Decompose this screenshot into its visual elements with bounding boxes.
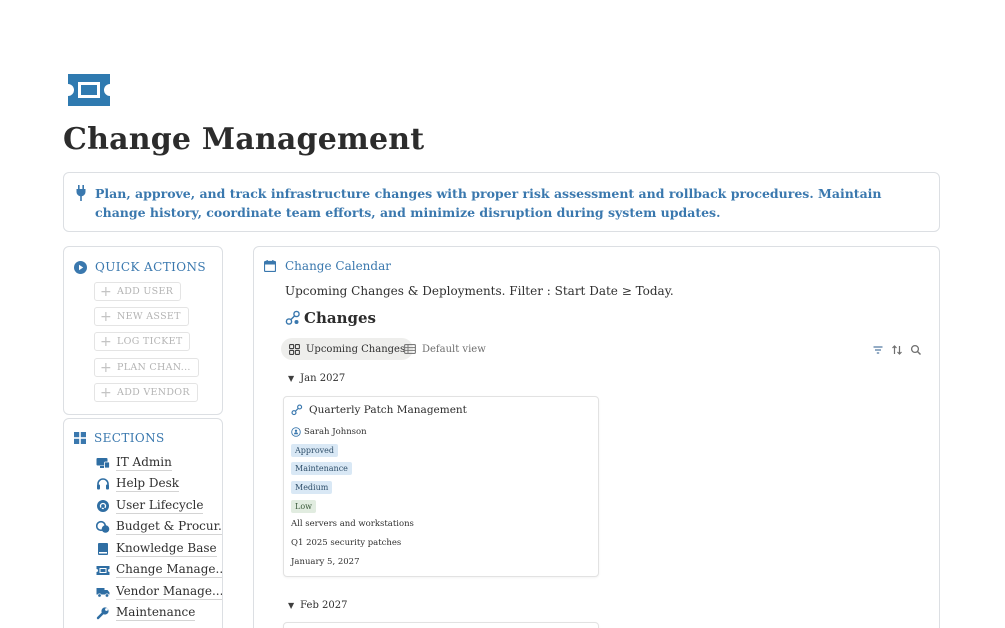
headset-icon (97, 478, 109, 490)
button-label: ADD VENDOR (117, 387, 190, 398)
calendar-icon (264, 260, 276, 272)
page-title: Change Management (63, 122, 425, 157)
add-user-button[interactable]: + ADD USER (94, 282, 182, 301)
risk-tag: Low (291, 500, 316, 513)
plug-icon (76, 185, 86, 201)
section-link-user-lifecycle[interactable]: User Lifecycle (96, 498, 204, 514)
change-card[interactable] (283, 622, 599, 628)
section-link-knowledge-base[interactable]: Knowledge Base (96, 541, 217, 557)
section-link-budget-procurement[interactable]: Budget & Procur... (96, 519, 222, 535)
plus-icon: + (100, 333, 113, 350)
callout-text: Plan, approve, and track infrastructure … (95, 186, 882, 220)
person-icon (291, 427, 301, 437)
type-tag: Maintenance (291, 462, 352, 475)
search-icon[interactable] (910, 344, 922, 356)
add-vendor-button[interactable]: + ADD VENDOR (94, 383, 198, 402)
button-label: PLAN CHAN... (117, 362, 191, 373)
table-icon (404, 344, 416, 354)
section-link-change-management[interactable]: Change Manage... (96, 562, 222, 578)
ticket-icon (68, 74, 110, 106)
card-date: January 5, 2027 (291, 557, 360, 567)
card-person: Sarah Johnson (291, 427, 367, 437)
grid-icon (74, 432, 86, 444)
change-calendar-header: Change Calendar (264, 259, 391, 273)
plan-change-button[interactable]: + PLAN CHAN... (94, 358, 199, 377)
plus-icon: + (100, 384, 113, 401)
wrench-icon (96, 607, 109, 620)
truck-icon (96, 588, 110, 598)
change-calendar-panel: Change Calendar Upcoming Changes & Deplo… (253, 246, 940, 628)
change-card[interactable]: Quarterly Patch Management Sarah Johnson… (283, 396, 599, 577)
plus-icon: + (100, 359, 113, 376)
plus-icon: + (100, 308, 113, 325)
sort-icon[interactable] (891, 344, 903, 356)
section-link-vendor-management[interactable]: Vendor Manage... (96, 584, 222, 600)
plus-icon: + (100, 283, 113, 300)
cycle-icon (97, 500, 109, 512)
button-label: NEW ASSET (117, 311, 181, 322)
log-ticket-button[interactable]: + LOG TICKET (94, 332, 191, 351)
new-asset-button[interactable]: + NEW ASSET (94, 307, 189, 326)
workflow-icon (285, 310, 300, 325)
description-callout: Plan, approve, and track infrastructure … (63, 172, 940, 232)
group-header-jan-2027[interactable]: ▼ Jan 2027 (288, 373, 345, 384)
change-calendar-link[interactable]: Change Calendar (285, 259, 391, 273)
quick-actions-panel: QUICK ACTIONS + ADD USER + NEW ASSET + L… (63, 246, 223, 415)
section-link-it-admin[interactable]: IT Admin (96, 455, 172, 471)
monitor-icon (96, 458, 110, 469)
quick-actions-heading: QUICK ACTIONS (95, 260, 207, 274)
sections-header: SECTIONS (74, 431, 165, 445)
quick-actions-header: QUICK ACTIONS (74, 260, 206, 274)
button-label: LOG TICKET (117, 336, 183, 347)
section-link-maintenance[interactable]: Maintenance (96, 605, 196, 621)
tab-default-view[interactable]: Default view (396, 338, 494, 360)
card-description: Q1 2025 security patches (291, 538, 402, 548)
ticket-icon (96, 566, 110, 575)
section-link-help-desk[interactable]: Help Desk (96, 476, 180, 492)
tab-upcoming-changes[interactable]: Upcoming Changes (281, 338, 414, 360)
status-tag: Approved (291, 444, 339, 457)
calendar-subtitle: Upcoming Changes & Deployments. Filter :… (285, 284, 674, 298)
collapse-triangle-icon: ▼ (288, 601, 295, 610)
sections-panel: SECTIONS IT Admin Help Desk User Lifecyc… (63, 418, 223, 628)
collapse-triangle-icon: ▼ (288, 374, 295, 383)
play-circle-icon (74, 260, 87, 274)
workflow-icon (291, 404, 303, 416)
coins-icon (96, 520, 110, 533)
database-title[interactable]: Changes (285, 309, 376, 327)
priority-tag: Medium (291, 481, 333, 494)
button-label: ADD USER (117, 286, 174, 297)
card-title: Quarterly Patch Management (291, 404, 467, 416)
group-header-feb-2027[interactable]: ▼ Feb 2027 (288, 600, 348, 611)
book-icon (98, 543, 108, 555)
filter-icon[interactable] (872, 344, 884, 356)
sections-heading: SECTIONS (94, 431, 165, 445)
board-icon (289, 343, 300, 355)
card-scope: All servers and workstations (291, 519, 414, 529)
